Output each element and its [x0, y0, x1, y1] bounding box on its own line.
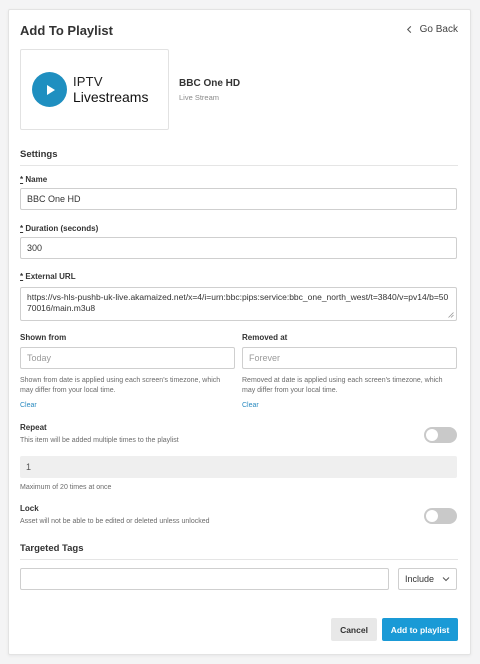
settings-divider [20, 165, 458, 166]
name-label: * Name [20, 175, 48, 184]
removed-at-input[interactable]: Forever [242, 347, 457, 369]
repeat-label: Repeat [20, 423, 47, 432]
targeted-tags-title: Targeted Tags [20, 543, 84, 554]
shown-from-clear-link[interactable]: Clear [20, 402, 37, 409]
toggle-knob [426, 429, 438, 441]
duration-label: * Duration (seconds) [20, 224, 99, 233]
add-to-playlist-button[interactable]: Add to playlist [382, 618, 458, 641]
external-url-textarea[interactable]: https://vs-hls-pushb-uk-live.akamaized.n… [20, 287, 457, 321]
duration-input[interactable]: 300 [20, 237, 457, 259]
required-marker: * [20, 224, 24, 233]
shown-from-label: Shown from [20, 333, 67, 342]
repeat-count-input[interactable]: 1 [20, 456, 457, 478]
go-back-link[interactable]: Go Back [405, 24, 458, 35]
settings-section-title: Settings [20, 149, 58, 160]
tags-divider [20, 559, 458, 560]
required-marker: * [20, 272, 24, 281]
go-back-label: Go Back [419, 24, 458, 35]
lock-label: Lock [20, 504, 39, 513]
tag-mode-select[interactable]: Include [398, 568, 457, 590]
asset-type: Live Stream [179, 93, 220, 102]
repeat-toggle[interactable] [424, 427, 457, 443]
asset-name: BBC One HD [179, 78, 241, 89]
shown-from-help: Shown from date is applied using each sc… [20, 377, 221, 394]
chevron-left-icon [406, 25, 411, 34]
chevron-down-icon [442, 577, 450, 582]
iptv-livestreams-logo: IPTV Livestreams [32, 72, 148, 107]
cancel-button[interactable]: Cancel [331, 618, 377, 641]
repeat-max-note: Maximum of 20 times at once [20, 484, 112, 491]
removed-at-label: Removed at [242, 333, 288, 342]
tag-mode-value: Include [405, 574, 435, 584]
play-icon [32, 72, 67, 107]
name-input[interactable]: BBC One HD [20, 188, 457, 210]
add-to-playlist-panel: Add To Playlist Go Back IPTV Livestreams… [8, 9, 471, 655]
logo-text-line2: Livestreams [73, 89, 149, 105]
repeat-help: This item will be added multiple times t… [20, 437, 179, 444]
removed-at-clear-link[interactable]: Clear [242, 402, 259, 409]
removed-at-help: Removed at date is applied using each sc… [242, 377, 443, 394]
resize-handle-icon[interactable] [448, 312, 454, 318]
page-title: Add To Playlist [20, 23, 113, 38]
tags-input[interactable] [20, 568, 389, 590]
external-url-label: * External URL [20, 272, 76, 281]
panel-header: Add To Playlist Go Back [20, 23, 458, 43]
toggle-knob [426, 510, 438, 522]
lock-help: Asset will not be able to be edited or d… [20, 518, 210, 525]
asset-thumbnail: IPTV Livestreams [20, 49, 169, 130]
external-url-value: https://vs-hls-pushb-uk-live.akamaized.n… [27, 292, 449, 313]
logo-text-line1: IPTV [73, 74, 103, 89]
required-marker: * [20, 175, 24, 184]
lock-toggle[interactable] [424, 508, 457, 524]
shown-from-input[interactable]: Today [20, 347, 235, 369]
